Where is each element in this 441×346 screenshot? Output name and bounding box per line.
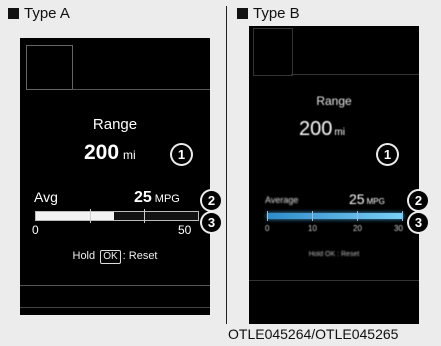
mpg-value: 25: [134, 189, 152, 206]
gauge-mid-label: 20: [353, 224, 362, 233]
distance-unit: mi: [123, 148, 136, 162]
ok-key-icon: OK: [100, 250, 121, 264]
range-label: Range: [92, 116, 138, 133]
type-a-label: Type A: [24, 5, 70, 22]
bottom-rule: [20, 307, 210, 308]
column-divider: [226, 6, 227, 324]
mpg-value: 25: [349, 191, 365, 207]
range-distance: 200 mi: [84, 141, 136, 165]
gauge-fill: [36, 212, 114, 220]
avg-mpg: 25 MPG: [134, 189, 180, 207]
gauge-tick: [312, 211, 313, 221]
avg-mpg: 25 MPG: [349, 191, 385, 209]
callout-2: 2: [202, 191, 221, 210]
reset-hint-suffix: : Reset: [122, 250, 158, 262]
type-b-display: Range 200 mi Average 25 MPG 0 10 20 30 Hol…: [249, 26, 419, 324]
callout-1: 1: [378, 145, 397, 164]
callout-3: 3: [409, 213, 428, 232]
gauge-min-label: 0: [32, 223, 39, 237]
gauge-tick: [402, 211, 403, 221]
type-b-label: Type B: [253, 5, 300, 22]
top-rule: [291, 74, 419, 75]
avg-label: Avg: [34, 189, 58, 205]
gauge-tick: [90, 209, 91, 223]
top-left-box: [253, 28, 293, 76]
mpg-unit: MPG: [154, 193, 180, 205]
distance-value: 200: [299, 118, 333, 140]
top-rule: [72, 89, 210, 90]
manual-figure: Type A Type B Range 200 mi Avg 25 MPG 0 50…: [0, 0, 441, 346]
square-bullet-icon: [8, 8, 19, 19]
gauge-tick: [144, 209, 145, 223]
fuel-economy-gauge: [35, 209, 199, 223]
gauge-mid-label: 10: [308, 224, 317, 233]
reset-hint-prefix: Hold: [72, 250, 96, 262]
bottom-rule: [20, 285, 210, 286]
gauge-min-label: 0: [265, 224, 270, 233]
square-bullet-icon: [237, 8, 248, 19]
callout-2: 2: [409, 191, 428, 210]
range-label: Range: [316, 94, 352, 108]
type-b-heading: Type B: [237, 5, 300, 22]
gauge-max-label: 30: [394, 224, 403, 233]
reset-hint: Hold OK: Reset: [20, 250, 210, 264]
figure-caption: OTLE045264/OTLE045265: [228, 326, 399, 342]
callout-3: 3: [202, 213, 221, 232]
bottom-rule: [249, 280, 419, 281]
distance-value: 200: [84, 141, 120, 164]
range-distance: 200 mi: [299, 118, 345, 141]
type-a-display: Range 200 mi Avg 25 MPG 0 50 Hold OK: Rese…: [20, 38, 210, 315]
gauge-tick: [357, 211, 358, 221]
gauge-tick: [267, 211, 268, 221]
callout-1: 1: [172, 145, 191, 164]
gauge-max-label: 50: [178, 223, 192, 237]
type-a-heading: Type A: [8, 5, 70, 22]
top-left-box: [26, 45, 73, 90]
fuel-economy-gauge: [267, 211, 403, 221]
average-label: Average: [265, 195, 299, 205]
mpg-unit: MPG: [366, 197, 385, 206]
reset-hint: Hold OK : Reset: [308, 251, 360, 258]
distance-unit: mi: [334, 127, 345, 138]
